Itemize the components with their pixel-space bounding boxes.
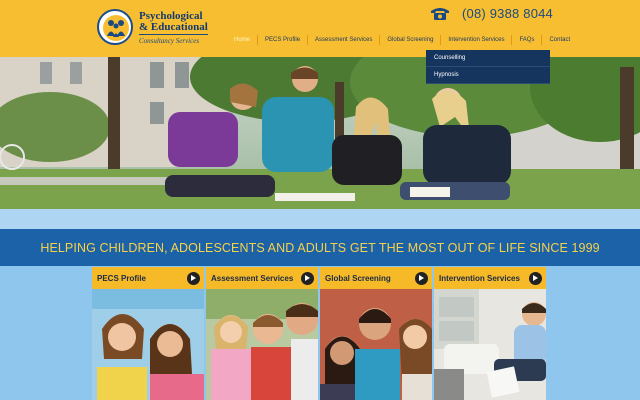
phone-icon — [431, 7, 449, 20]
card-assessment-services[interactable]: Assessment Services — [206, 267, 318, 400]
nav-intervention-services[interactable]: Intervention Services — [441, 35, 513, 45]
nav-home[interactable]: Home — [227, 35, 259, 45]
nav-assessment-services[interactable]: Assessment Services — [308, 35, 381, 45]
logo[interactable]: Psychological & Educational Consultancy … — [97, 9, 217, 49]
card-title: Global Screening — [325, 273, 391, 283]
phone-number: (08) 9388 8044 — [462, 5, 553, 21]
nav-global-screening[interactable]: Global Screening — [380, 35, 442, 45]
nav-contact[interactable]: Contact — [542, 35, 577, 45]
nav-faqs[interactable]: FAQs — [512, 35, 543, 45]
card-title: Assessment Services — [211, 273, 294, 283]
card-header[interactable]: Assessment Services — [206, 267, 318, 289]
tagline-bar: HELPING CHILDREN, ADOLESCENTS AND ADULTS… — [0, 229, 640, 266]
card-header[interactable]: PECS Profile — [92, 267, 204, 289]
arrow-right-icon[interactable] — [415, 271, 428, 285]
logo-emblem-icon — [97, 9, 133, 45]
separator-strip — [0, 209, 640, 229]
logo-line-2: & Educational — [139, 21, 208, 33]
card-header[interactable]: Intervention Services — [434, 267, 546, 289]
nav-pecs-profile[interactable]: PECS Profile — [258, 35, 309, 45]
tagline-text: HELPING CHILDREN, ADOLESCENTS AND ADULTS… — [40, 240, 600, 255]
dropdown-item-hypnosis[interactable]: Hypnosis — [426, 67, 550, 84]
card-image — [92, 289, 204, 400]
card-image — [434, 289, 546, 400]
arrow-right-icon[interactable] — [529, 271, 542, 285]
card-title: PECS Profile — [97, 273, 146, 283]
card-pecs-profile[interactable]: PECS Profile — [92, 267, 204, 400]
card-image — [320, 289, 432, 400]
card-image — [206, 289, 318, 400]
card-header[interactable]: Global Screening — [320, 267, 432, 289]
site-header: Psychological & Educational Consultancy … — [0, 0, 640, 57]
intervention-dropdown: Counselling Hypnosis — [426, 50, 550, 84]
dropdown-item-counselling[interactable]: Counselling — [426, 50, 550, 67]
arrow-right-icon[interactable] — [187, 271, 200, 285]
phone-contact[interactable]: (08) 9388 8044 — [430, 4, 553, 22]
logo-line-3: Consultancy Services — [139, 34, 208, 47]
card-title: Intervention Services — [439, 273, 520, 283]
main-nav: Home PECS Profile Assessment Services Gl… — [227, 33, 577, 47]
card-global-screening[interactable]: Global Screening — [320, 267, 432, 400]
arrow-right-icon[interactable] — [301, 271, 314, 285]
card-intervention-services[interactable]: Intervention Services — [434, 267, 546, 400]
